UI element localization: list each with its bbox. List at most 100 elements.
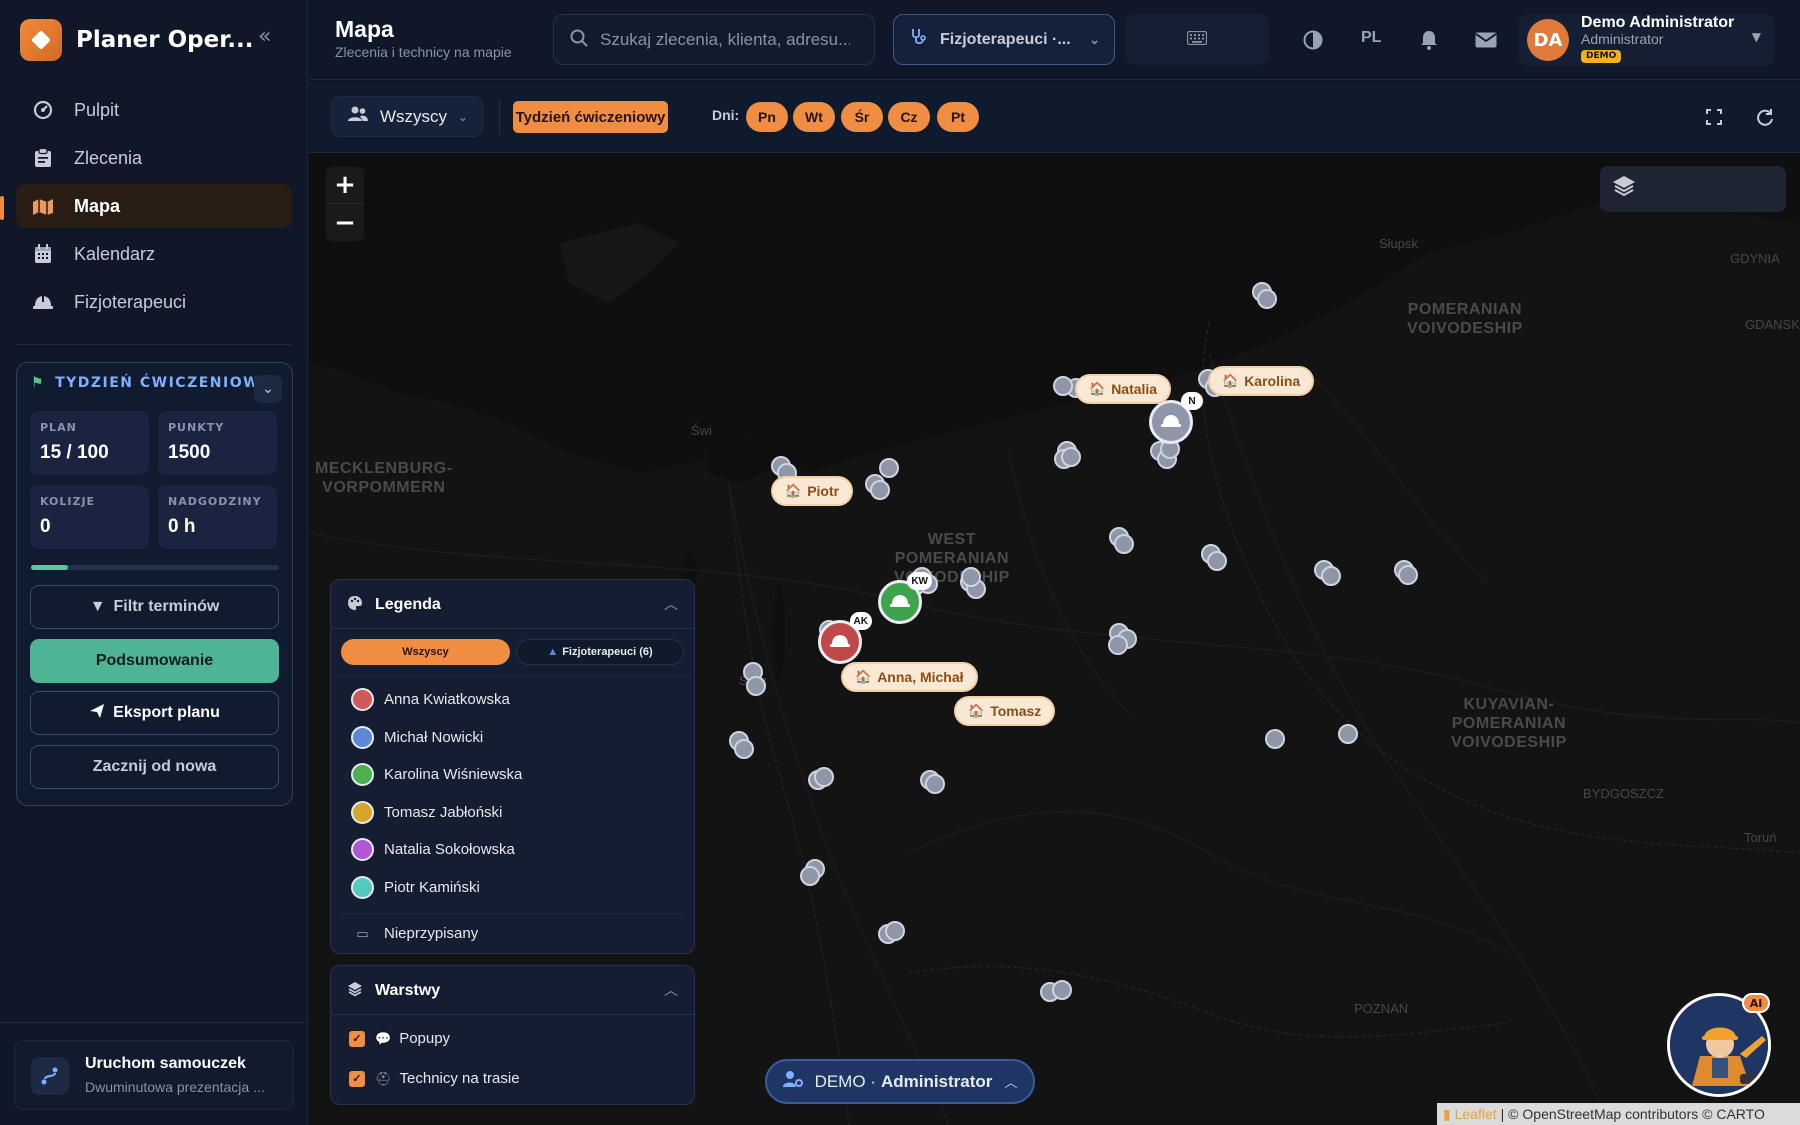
city-label: GDYNIA — [1730, 251, 1780, 266]
home-label-natalia[interactable]: 🏠 Natalia — [1075, 374, 1172, 404]
job-marker[interactable] — [800, 866, 820, 886]
job-marker[interactable] — [1114, 534, 1134, 554]
legend-item-unassigned[interactable]: ▭ Nieprzypisany — [351, 925, 478, 942]
job-marker[interactable] — [734, 739, 754, 759]
day-chip-thu[interactable]: Cz — [888, 102, 930, 132]
home-icon: 🏠 — [968, 703, 985, 718]
user-menu[interactable]: DA Demo Administrator Administrator DEMO… — [1519, 14, 1775, 66]
brand[interactable]: Planer Oper... — [20, 18, 253, 62]
restart-button[interactable]: Zacznij od nowa — [30, 745, 279, 789]
sidebar-item-zlecenia[interactable]: Zlecenia — [16, 136, 292, 180]
city-label: Toruń — [1744, 830, 1777, 845]
fullscreen-icon[interactable] — [1702, 105, 1726, 129]
job-marker[interactable] — [885, 921, 905, 941]
zoom-out-button[interactable]: − — [326, 204, 364, 241]
search-icon — [570, 29, 588, 51]
job-marker[interactable] — [1061, 447, 1081, 467]
zoom-in-button[interactable]: + — [326, 167, 364, 204]
technician-scope-select[interactable]: Wszyscy ⌄ — [331, 96, 483, 137]
demo-role-switcher[interactable]: DEMO · Administrator ︿ — [765, 1059, 1035, 1104]
collapse-sidebar-icon[interactable]: « — [258, 26, 282, 50]
sidebar-item-label: Kalendarz — [74, 243, 156, 264]
job-marker[interactable] — [870, 480, 890, 500]
job-marker[interactable] — [1257, 289, 1277, 309]
layer-toggle-popups[interactable]: ✓ 💬 Popupy — [349, 1030, 450, 1047]
sidebar-item-pulpit[interactable]: Pulpit — [16, 88, 292, 132]
restart-label: Zacznij od nowa — [92, 758, 217, 775]
bell-icon[interactable] — [1417, 26, 1441, 54]
job-marker[interactable] — [1053, 376, 1073, 396]
main-nav: Pulpit Zlecenia Mapa Kalendarz Fizjotera… — [16, 88, 292, 328]
paper-plane-icon — [89, 703, 105, 724]
day-chip-wed[interactable]: Śr — [841, 102, 883, 132]
technician-marker-natalia[interactable]: N — [1149, 392, 1203, 444]
technician-marker-karolina[interactable]: KW — [878, 572, 932, 624]
job-marker[interactable] — [814, 767, 834, 787]
job-marker[interactable] — [1338, 724, 1358, 744]
home-label-tomasz[interactable]: 🏠 Tomasz — [954, 696, 1056, 726]
checkbox-checked[interactable]: ✓ — [349, 1070, 365, 1087]
job-marker[interactable] — [1398, 565, 1418, 585]
day-chip-mon[interactable]: Pn — [746, 102, 788, 132]
home-label-anna-michal[interactable]: 🏠 Anna, Michał — [841, 662, 978, 692]
technician-marker-anna[interactable]: AK — [818, 612, 872, 664]
region-label: POMERANIAN VOIVODESHIP — [1407, 301, 1523, 337]
job-marker[interactable] — [1265, 729, 1285, 749]
job-marker[interactable] — [925, 774, 945, 794]
start-tutorial-button[interactable]: Uruchom samouczek Dwuminutowa prezentacj… — [14, 1040, 294, 1110]
color-dot — [351, 875, 374, 899]
day-chip-tue[interactable]: Wt — [793, 102, 835, 132]
home-label-piotr[interactable]: 🏠 Piotr — [771, 476, 854, 506]
contrast-icon[interactable] — [1301, 26, 1325, 54]
chevron-down-icon[interactable]: ⌄ — [254, 375, 282, 403]
sidebar: Planer Oper... « Pulpit Zlecenia Mapa Ka… — [0, 0, 308, 1125]
export-plan-button[interactable]: Eksport planu — [30, 691, 279, 735]
chevron-up-icon[interactable]: ︿ — [664, 594, 678, 614]
job-marker[interactable] — [746, 676, 766, 696]
tab-all[interactable]: Wszyscy — [341, 639, 510, 665]
job-marker[interactable] — [961, 567, 981, 587]
legend-item[interactable]: Anna Kwiatkowska — [351, 686, 510, 712]
legend-item[interactable]: Michał Nowicki — [351, 724, 483, 750]
layers-icon — [347, 981, 363, 1000]
layers-switcher[interactable] — [1600, 166, 1786, 212]
mail-icon[interactable] — [1474, 26, 1498, 54]
top-bar: Mapa Zlecenia i technicy na mapie Fizjot… — [309, 0, 1800, 80]
sidebar-item-mapa[interactable]: Mapa — [16, 184, 292, 228]
exercise-week-button[interactable]: Tydzień ćwiczeniowy — [513, 101, 668, 133]
legend-title: Legenda — [375, 595, 441, 613]
job-marker[interactable] — [1207, 551, 1227, 571]
day-chip-fri[interactable]: Pt — [937, 102, 979, 132]
job-marker[interactable] — [1108, 635, 1128, 655]
job-marker[interactable] — [1052, 980, 1072, 1000]
job-marker[interactable] — [1321, 566, 1341, 586]
refresh-icon[interactable] — [1753, 105, 1777, 129]
therapist-filter-select[interactable]: Fizjoterapeuci ·... ⌄ — [893, 14, 1115, 65]
legend-item[interactable]: Piotr Kamiński — [351, 874, 480, 900]
helmet-icon — [1160, 412, 1182, 432]
job-marker[interactable] — [879, 458, 899, 478]
checkbox-checked[interactable]: ✓ — [349, 1030, 365, 1047]
language-switch[interactable]: PL — [1361, 29, 1381, 47]
sidebar-item-fizjoterapeuci[interactable]: Fizjoterapeuci — [16, 280, 292, 324]
legend-header[interactable]: Legenda — [347, 595, 441, 614]
legend-item-name: Nieprzypisany — [384, 925, 479, 942]
search-box[interactable] — [553, 14, 875, 65]
layers-header[interactable]: Warstwy — [347, 981, 440, 1000]
leaflet-link[interactable]: ▮ Leaflet — [1443, 1106, 1497, 1123]
stat-value: 0 — [40, 516, 51, 537]
home-label-karolina[interactable]: 🏠 Karolina — [1208, 366, 1315, 396]
search-input[interactable] — [600, 29, 850, 50]
sidebar-item-kalendarz[interactable]: Kalendarz — [16, 232, 292, 276]
filter-dates-button[interactable]: ▼ Filtr terminów — [30, 585, 279, 629]
home-icon: 🏠 — [1089, 381, 1106, 396]
chevron-up-icon[interactable]: ︿ — [664, 980, 678, 1000]
legend-item[interactable]: Tomasz Jabłoński — [351, 799, 502, 825]
legend-item[interactable]: Natalia Sokołowska — [351, 836, 515, 862]
legend-item[interactable]: Karolina Wiśniewska — [351, 761, 522, 787]
page-subtitle: Zlecenia i technicy na mapie — [335, 44, 512, 60]
tab-physiotherapists[interactable]: ▲ Fizjoterapeuci (6) — [516, 639, 684, 665]
layer-toggle-technicians[interactable]: ✓ ⛑ Technicy na trasie — [349, 1070, 520, 1087]
summary-button[interactable]: Podsumowanie — [30, 639, 279, 683]
keyboard-shortcuts-button[interactable] — [1125, 14, 1269, 65]
